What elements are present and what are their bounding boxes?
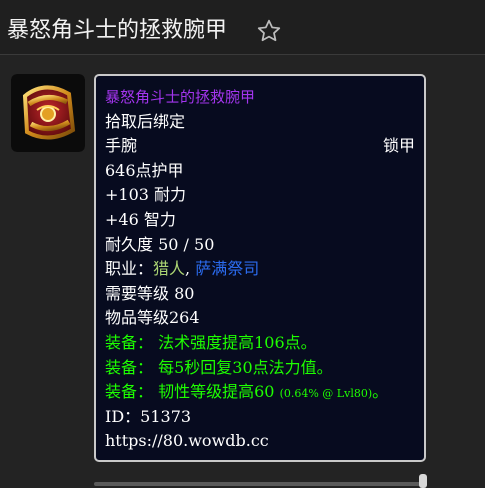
item-id-row: ID：51373 [105, 405, 415, 430]
scroll-handle[interactable] [419, 474, 427, 488]
page-title: 暴怒角斗士的拯救腕甲 [7, 18, 228, 43]
item-slot: 手腕 [105, 136, 138, 156]
item-tooltip: 暴怒角斗士的拯救腕甲 拾取后绑定 手腕 锁甲 646点护甲 +103 耐力 +4… [94, 74, 426, 462]
scroll-track[interactable] [94, 482, 426, 486]
durability: 耐久度 50 / 50 [105, 234, 215, 254]
page-header: 暴怒角斗士的拯救腕甲 [0, 0, 485, 55]
equip-mana-regen: 装备： 每5秒回复30点法力值。 [105, 356, 415, 381]
equip-text: 每5秒回复30点法力值。 [158, 357, 333, 377]
source-url[interactable]: https://80.wowdb.cc [105, 429, 415, 454]
header-divider [0, 54, 485, 55]
equip-text: 韧性等级提高60 [158, 382, 275, 402]
stat-stamina: +103 耐力 [105, 185, 187, 205]
bracer-icon[interactable] [11, 74, 85, 152]
equip-resilience: 装备： 韧性等级提高60 (0.64% @ Lvl80)。 [105, 380, 415, 405]
equip-prefix: 装备： [105, 357, 154, 377]
class-requirement: 职业：猎人, 萨满祭司 [105, 257, 415, 282]
equip-prefix: 装备： [105, 332, 154, 352]
required-level: 需要等级 80 [105, 283, 195, 303]
item-id: 51373 [140, 406, 192, 426]
class-shaman-link[interactable]: 萨满祭司 [195, 259, 259, 278]
equip-spell-power: 装备： 法术强度提高106点。 [105, 331, 415, 356]
equip-note: (0.64% @ Lvl80) [279, 387, 373, 401]
equip-text: 法术强度提高106点。 [158, 332, 317, 352]
equip-suffix: 。 [372, 382, 389, 402]
classes-separator: , [185, 259, 196, 279]
equip-prefix: 装备： [105, 382, 154, 402]
slot-row: 手腕 锁甲 [105, 134, 415, 159]
star-icon[interactable] [256, 18, 282, 44]
armor-type: 锁甲 [382, 136, 415, 156]
armor-value: 646点护甲 [105, 160, 184, 180]
item-level: 物品等级264 [105, 308, 200, 328]
item-id-label: ID： [105, 406, 141, 426]
classes-label: 职业： [105, 259, 154, 279]
stat-intellect: +46 智力 [105, 209, 176, 229]
bind-type: 拾取后绑定 [105, 111, 186, 131]
item-name[interactable]: 暴怒角斗士的拯救腕甲 [105, 85, 415, 110]
class-hunter-link[interactable]: 猎人 [153, 259, 185, 278]
